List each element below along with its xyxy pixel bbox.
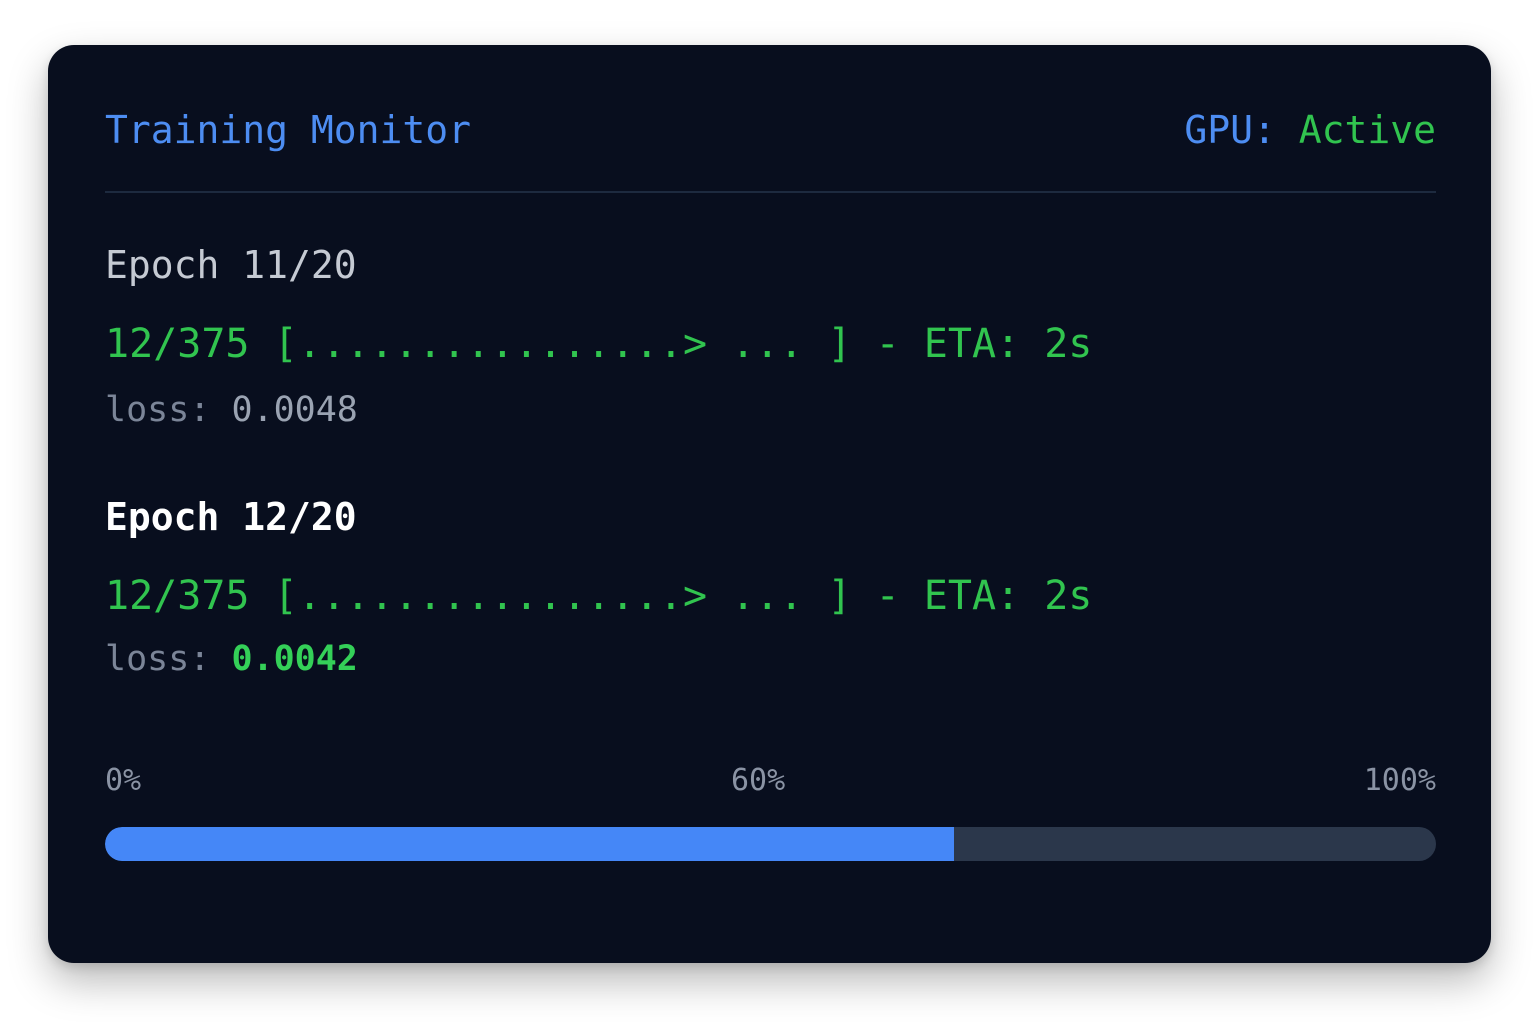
training-monitor-panel: Training Monitor GPU: Active Epoch 11/20… (48, 45, 1491, 963)
overall-progress-bar (105, 827, 1436, 861)
progress-scale-end: 100% (1363, 763, 1436, 798)
progress-scale-start: 0% (105, 763, 142, 798)
loss-label: loss: (105, 390, 232, 430)
loss-label: loss: (105, 639, 232, 679)
epoch-loss-current: loss: 0.0042 (105, 638, 358, 680)
overall-progress-fill (105, 827, 955, 861)
progress-scale-mid: 60% (731, 763, 786, 798)
epoch-progress-line-previous: 12/375 [................> ... ] - ETA: 2… (105, 321, 1093, 367)
gpu-status-indicator: GPU: Active (1184, 107, 1436, 153)
epoch-heading-current: Epoch 12/20 (105, 495, 357, 539)
page: Training Monitor GPU: Active Epoch 11/20… (0, 0, 1539, 1022)
loss-value-highlighted: 0.0042 (231, 639, 358, 679)
epoch-heading-previous: Epoch 11/20 (105, 243, 357, 287)
panel-header: Training Monitor GPU: Active (105, 107, 1436, 193)
loss-value: 0.0048 (231, 390, 358, 430)
gpu-label: GPU: (1184, 108, 1299, 152)
epoch-progress-line-current: 12/375 [................> ... ] - ETA: 2… (105, 573, 1093, 619)
epoch-loss-previous: loss: 0.0048 (105, 389, 358, 431)
gpu-status-value: Active (1298, 108, 1436, 152)
panel-title: Training Monitor (105, 108, 472, 152)
